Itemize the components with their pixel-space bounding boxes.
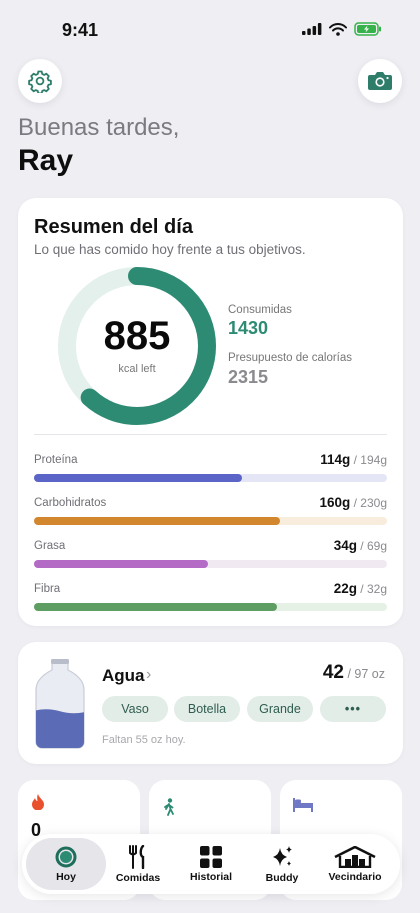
macro-fat: Grasa 34g / 69g [34,538,387,572]
budget-label: Presupuesto de calorías [228,352,353,364]
walking-icon [164,798,174,816]
status-icons [302,22,382,36]
bed-icon [293,798,313,812]
macro-fiber: Fibra 22g / 32g [34,581,387,615]
macro-name: Grasa [34,540,66,552]
water-bottle-icon [35,659,85,749]
macro-value: 160g / 230g [319,495,387,510]
tab-buddy[interactable]: Buddy [254,834,310,894]
summary-title: Resumen del día [34,216,193,238]
chevron-right-icon[interactable]: › [146,666,151,684]
tab-label: Comidas [115,871,161,884]
tab-label: Vecindario [328,870,382,883]
tab-vecindario[interactable]: Vecindario [322,834,388,894]
macro-value: 114g / 194g [320,452,387,467]
macro-track [34,560,387,568]
sparkles-icon [273,845,292,866]
kcal-remaining-label: kcal left [118,363,156,375]
water-amount: 42 / 97 oz [322,662,385,683]
consumed-value: 1430 [228,318,269,338]
macro-track [34,603,387,611]
macro-track [34,517,387,525]
macro-fill [34,560,209,568]
user-name: Ray [18,144,74,177]
flame-icon [32,794,44,810]
battery-charging-icon [354,22,381,36]
water-title: Agua [102,666,145,685]
add-large-button[interactable]: Grande [247,696,313,722]
water-card[interactable]: Agua › 42 / 97 oz Vaso Botella Grande ••… [18,642,403,764]
budget-value: 2315 [228,367,269,387]
grid-icon [200,845,222,868]
macro-track [34,474,387,482]
calorie-ring: 885 kcal left [57,266,217,426]
more-options-button[interactable]: ••• [320,696,386,722]
tab-hoy[interactable]: Hoy [26,838,106,890]
status-time: 9:41 [62,20,99,40]
house-icon [334,845,376,868]
tab-comidas[interactable]: Comidas [110,834,166,894]
summary-subtitle: Lo que has comido hoy frente a tus objet… [34,242,306,257]
macro-name: Fibra [34,583,61,595]
kcal-remaining-value: 885 [103,314,171,358]
status-bar: 9:41 [0,0,420,56]
wifi-icon [329,22,347,36]
divider [34,434,387,435]
ring-icon [55,846,77,867]
camera-button[interactable] [358,59,402,103]
consumed-label: Consumidas [228,304,292,316]
water-remaining-text: Faltan 55 oz hoy. [102,734,186,746]
camera-icon [368,72,392,90]
macro-fill [34,517,280,525]
fork-knife-icon [129,844,145,869]
tab-bar: Hoy Comidas Historial Buddy Vecindario [22,834,400,894]
tab-label: Buddy [265,871,299,884]
macro-name: Proteína [34,454,78,466]
add-bottle-button[interactable]: Botella [174,696,240,722]
water-level [36,709,84,748]
macro-carbs: Carbohidratos 160g / 230g [34,495,387,529]
macro-fill [34,603,277,611]
macro-name: Carbohidratos [34,497,107,509]
settings-button[interactable] [18,59,62,103]
daily-summary-card[interactable]: Resumen del día Lo que has comido hoy fr… [18,198,403,626]
add-glass-button[interactable]: Vaso [102,696,168,722]
tab-historial[interactable]: Historial [180,834,242,894]
greeting: Buenas tardes, [18,114,180,141]
signal-icon [302,23,322,35]
macro-value: 34g / 69g [333,538,387,553]
tab-label: Historial [189,870,232,883]
tab-label: Hoy [56,870,76,883]
macro-fill [34,474,242,482]
macro-protein: Proteína 114g / 194g [34,452,387,486]
macro-value: 22g / 32g [333,581,387,596]
gear-icon [28,70,52,93]
